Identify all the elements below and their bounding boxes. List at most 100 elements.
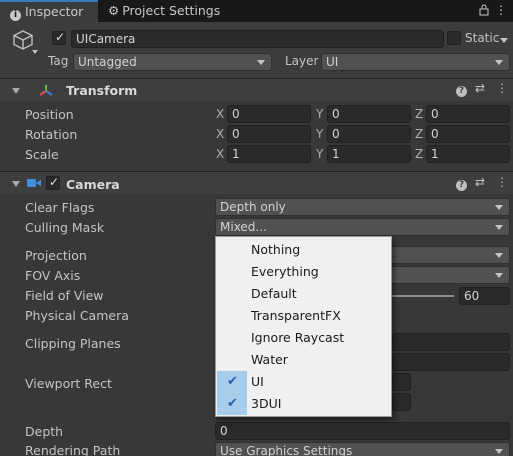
physical-camera-label: Physical Camera — [25, 308, 129, 323]
chevron-down-icon — [495, 449, 503, 454]
scale-z-field[interactable]: 1 — [426, 145, 510, 163]
field-value: 0 — [232, 107, 240, 121]
axis-z-label: Z — [415, 147, 424, 161]
menu-item-3dui[interactable]: ✔ 3DUI — [217, 393, 390, 415]
fov-axis-dropdown[interactable] — [390, 266, 510, 284]
menu-item-everything[interactable]: Everything — [217, 261, 390, 283]
presets-icon[interactable]: ⇄ — [475, 175, 485, 189]
lock-icon[interactable] — [479, 4, 489, 19]
icon-dropdown-arrow[interactable] — [32, 50, 38, 54]
menu-check-area — [217, 283, 247, 305]
foldout-arrow-icon[interactable] — [12, 181, 20, 187]
field-of-view-label: Field of View — [25, 288, 104, 303]
fov-slider-track[interactable] — [392, 295, 454, 297]
depth-value: 0 — [220, 424, 228, 438]
kebab-menu-icon[interactable]: ⋮ — [496, 175, 508, 189]
kebab-menu-icon[interactable]: ⋮ — [495, 3, 507, 17]
active-checkbox[interactable]: ✓ — [52, 30, 66, 45]
transform-title: Transform — [66, 83, 138, 98]
chevron-down-icon — [257, 60, 265, 65]
clear-flags-dropdown[interactable]: Depth only — [215, 198, 510, 216]
tab-project-settings[interactable]: ⚙ Project Settings — [108, 0, 220, 22]
chevron-down-icon — [495, 253, 503, 258]
gameobject-cube-icon[interactable] — [12, 29, 34, 54]
projection-label: Projection — [25, 248, 87, 263]
foldout-arrow-icon[interactable] — [12, 88, 20, 94]
culling-mask-menu: Nothing Everything Default TransparentFX… — [215, 236, 392, 417]
field-value: 1 — [332, 147, 340, 161]
object-name-value: UICamera — [76, 32, 136, 46]
tab-inspector[interactable]: i Inspector — [0, 0, 98, 22]
position-z-field[interactable]: 0 — [426, 105, 510, 123]
info-icon: i — [10, 10, 21, 21]
field-value: 0 — [332, 107, 340, 121]
rotation-y-field[interactable]: 0 — [327, 125, 411, 143]
camera-enabled-checkbox[interactable]: ✓ — [46, 175, 60, 190]
static-label: Static — [465, 31, 500, 45]
depth-field[interactable]: 0 — [215, 422, 510, 440]
menu-item-default[interactable]: Default — [217, 283, 390, 305]
fov-value: 60 — [464, 289, 480, 303]
static-dropdown-arrow[interactable] — [500, 38, 508, 43]
culling-mask-value: Mixed... — [220, 220, 267, 234]
viewport-w-field[interactable] — [392, 393, 411, 411]
culling-mask-dropdown[interactable]: Mixed... — [215, 218, 510, 236]
rendering-path-label: Rendering Path — [25, 443, 121, 456]
chevron-down-icon — [495, 225, 503, 230]
projection-dropdown[interactable] — [390, 246, 510, 264]
menu-check-area — [217, 349, 247, 371]
viewport-x-field[interactable] — [392, 373, 411, 391]
scale-x-field[interactable]: 1 — [227, 145, 311, 163]
field-value: 0 — [332, 127, 340, 141]
position-label: Position — [25, 107, 74, 122]
axis-y-label: Y — [316, 147, 324, 161]
axis-x-label: X — [216, 147, 225, 161]
menu-item-ui[interactable]: ✔ UI — [217, 371, 390, 393]
rotation-z-field[interactable]: 0 — [426, 125, 510, 143]
checkmark-icon: ✓ — [49, 175, 60, 189]
rotation-label: Rotation — [25, 127, 78, 142]
help-icon[interactable]: ? — [456, 82, 467, 97]
position-x-field[interactable]: 0 — [227, 105, 311, 123]
camera-icon — [26, 177, 42, 192]
menu-item-transparentfx[interactable]: TransparentFX — [217, 305, 390, 327]
menu-item-label: 3DUI — [251, 396, 282, 411]
menu-item-label: Nothing — [251, 242, 301, 257]
axis-x-label: X — [216, 107, 225, 121]
rendering-path-dropdown[interactable]: Use Graphics Settings — [215, 442, 510, 456]
menu-item-label: Water — [251, 352, 288, 367]
fov-axis-label: FOV Axis — [25, 268, 81, 283]
axis-y-label: Y — [316, 127, 324, 141]
checkmark-icon: ✔ — [227, 374, 238, 389]
menu-check-area — [217, 327, 247, 349]
menu-item-water[interactable]: Water — [217, 349, 390, 371]
menu-item-label: UI — [251, 374, 264, 389]
menu-item-label: Ignore Raycast — [251, 330, 345, 345]
field-value: 0 — [431, 127, 439, 141]
menu-item-ignore-raycast[interactable]: Ignore Raycast — [217, 327, 390, 349]
menu-item-nothing[interactable]: Nothing — [217, 239, 390, 261]
position-y-field[interactable]: 0 — [327, 105, 411, 123]
clipping-planes-label: Clipping Planes — [25, 336, 121, 351]
fov-value-field[interactable]: 60 — [459, 287, 510, 305]
presets-icon[interactable]: ⇄ — [475, 81, 485, 95]
clipping-near-field[interactable] — [392, 333, 510, 351]
chevron-down-icon — [495, 60, 503, 65]
kebab-menu-icon[interactable]: ⋮ — [496, 81, 508, 95]
scale-y-field[interactable]: 1 — [327, 145, 411, 163]
clipping-far-field[interactable] — [392, 353, 510, 371]
chevron-down-icon — [495, 205, 503, 210]
tag-label: Tag — [48, 54, 69, 68]
tab-inspector-label: Inspector — [25, 4, 84, 19]
tag-dropdown[interactable]: Untagged — [73, 53, 272, 71]
depth-label: Depth — [25, 424, 64, 439]
gear-icon: ⚙ — [108, 3, 120, 18]
layer-dropdown[interactable]: UI — [321, 53, 510, 71]
rendering-path-value: Use Graphics Settings — [220, 444, 353, 456]
object-name-field[interactable]: UICamera — [71, 30, 444, 48]
axis-y-label: Y — [316, 107, 324, 121]
camera-title: Camera — [66, 177, 120, 192]
help-icon[interactable]: ? — [456, 176, 467, 191]
rotation-x-field[interactable]: 0 — [227, 125, 311, 143]
static-checkbox[interactable] — [447, 31, 461, 45]
